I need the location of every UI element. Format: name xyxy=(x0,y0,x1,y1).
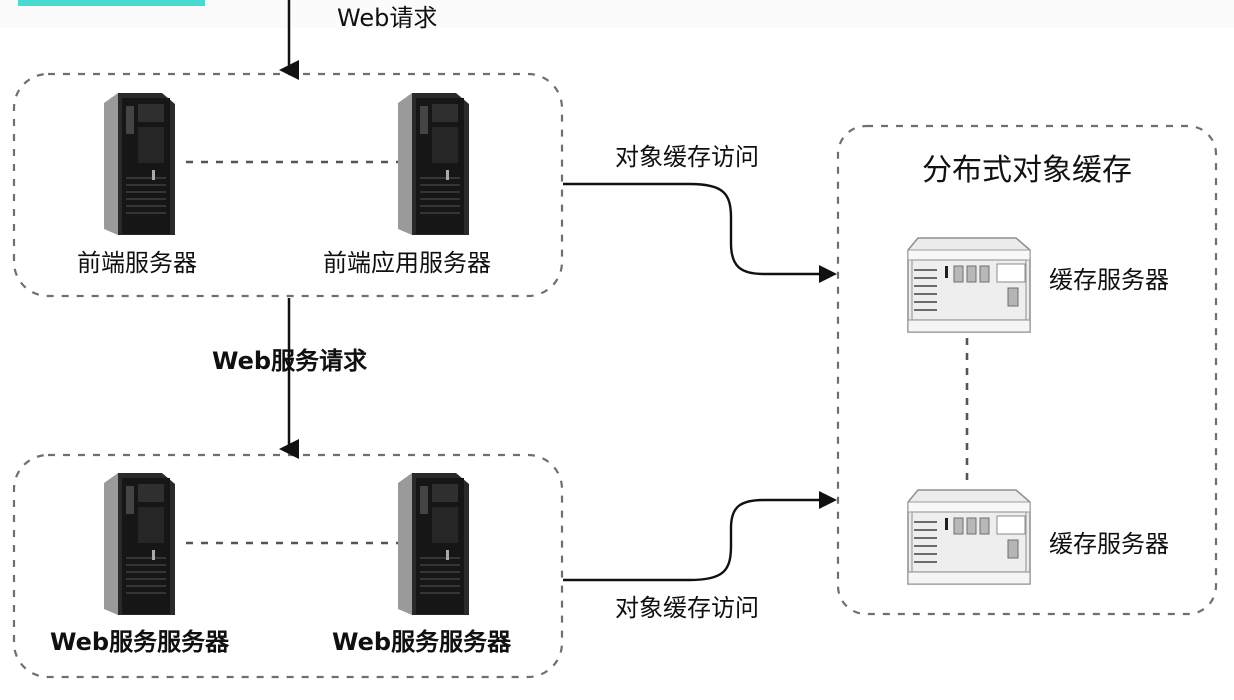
object-cache-access-bottom-label: 对象缓存访问 xyxy=(615,594,759,622)
web-service-server-2: Web服务服务器 xyxy=(332,470,511,654)
web-service-server-2-label: Web服务服务器 xyxy=(332,628,512,656)
diagram-page: Web请求 Web服务请求 对象缓存访问 对象缓存访问 分布式对象缓存 前端服务… xyxy=(0,0,1234,700)
tower-server-icon xyxy=(104,470,180,622)
front-server-1: 前端服务器 xyxy=(77,90,197,275)
object-cache-access-top-label: 对象缓存访问 xyxy=(615,143,759,171)
tower-server-icon xyxy=(398,90,474,242)
cache-server-2-label: 缓存服务器 xyxy=(1049,530,1169,558)
web-service-request-label: Web服务请求 xyxy=(212,347,368,375)
front-server-2: 前端应用服务器 xyxy=(323,90,491,275)
cache-server-1-label: 缓存服务器 xyxy=(1049,266,1169,294)
cache-server-icon xyxy=(906,236,1031,338)
web-service-server-1: Web服务服务器 xyxy=(50,470,229,654)
front-server-1-label: 前端服务器 xyxy=(77,249,197,277)
distributed-object-cache-title: 分布式对象缓存 xyxy=(922,153,1132,188)
object-cache-access-top-connector xyxy=(563,182,837,283)
tower-server-icon xyxy=(104,90,180,242)
front-server-2-label: 前端应用服务器 xyxy=(323,249,491,277)
object-cache-access-bottom-connector xyxy=(563,491,837,582)
cache-server-icon xyxy=(906,488,1031,590)
tower-server-icon xyxy=(398,470,474,622)
web-service-server-1-label: Web服务服务器 xyxy=(50,628,230,656)
cache-server-1 xyxy=(906,236,1031,334)
cache-server-2 xyxy=(906,488,1031,586)
web-request-label: Web请求 xyxy=(337,4,438,32)
